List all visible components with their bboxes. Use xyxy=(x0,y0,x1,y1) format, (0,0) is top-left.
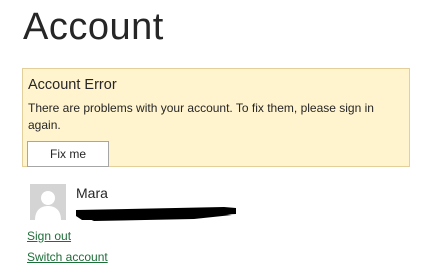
error-message: There are problems with your account. To… xyxy=(28,101,374,132)
fix-me-button[interactable]: Fix me xyxy=(27,141,109,167)
redacted-email xyxy=(76,207,236,221)
user-name: Mara xyxy=(76,185,108,201)
account-error-banner: Account Error There are problems with yo… xyxy=(22,68,410,167)
page-title: Account xyxy=(23,6,164,48)
switch-account-link[interactable]: Switch account xyxy=(27,250,108,264)
avatar xyxy=(30,184,66,220)
error-title: Account Error xyxy=(28,77,117,93)
person-placeholder-icon xyxy=(30,184,66,220)
sign-out-link[interactable]: Sign out xyxy=(27,229,71,243)
